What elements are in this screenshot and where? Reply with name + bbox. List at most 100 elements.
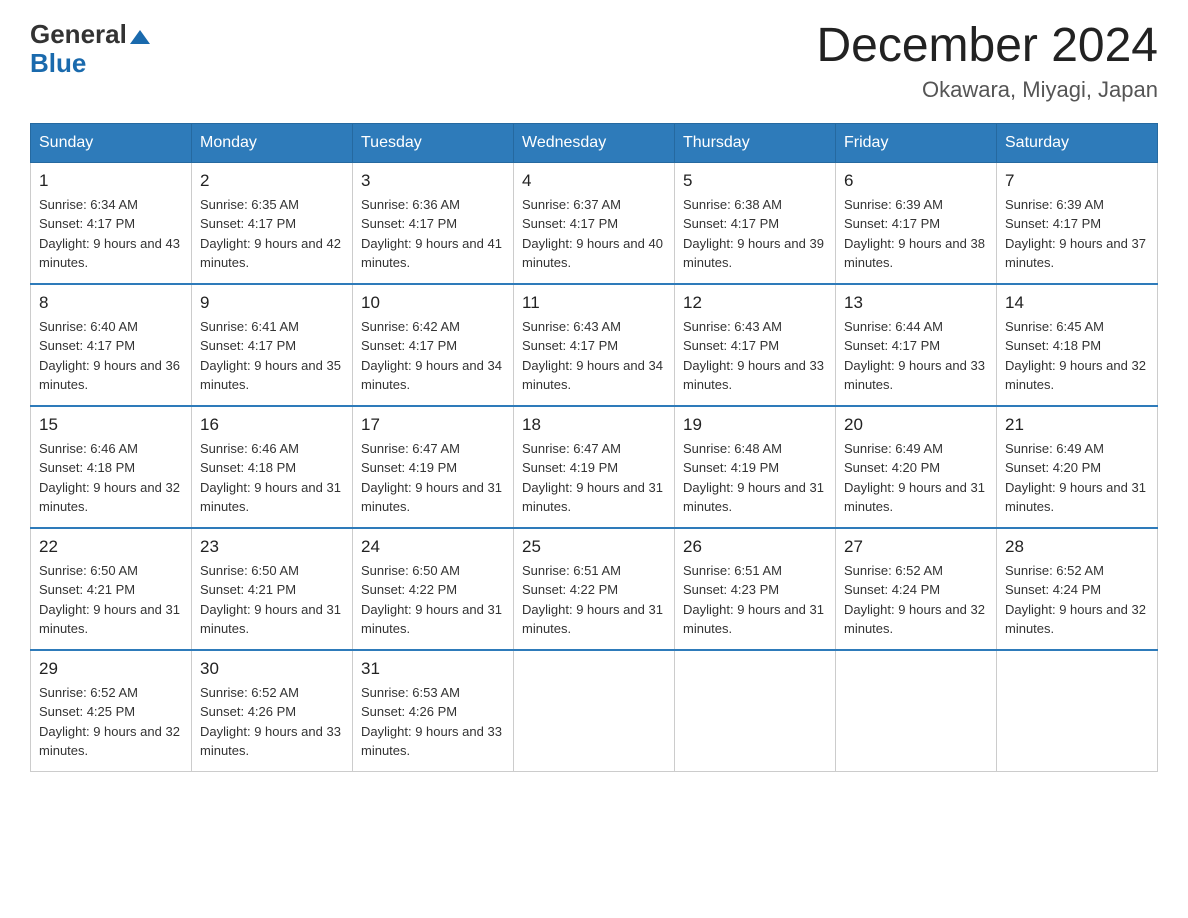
table-row: 7Sunrise: 6:39 AMSunset: 4:17 PMDaylight… bbox=[997, 162, 1158, 284]
day-info: Sunrise: 6:52 AMSunset: 4:26 PMDaylight:… bbox=[200, 683, 344, 761]
day-info: Sunrise: 6:42 AMSunset: 4:17 PMDaylight:… bbox=[361, 317, 505, 395]
day-info: Sunrise: 6:40 AMSunset: 4:17 PMDaylight:… bbox=[39, 317, 183, 395]
day-info: Sunrise: 6:36 AMSunset: 4:17 PMDaylight:… bbox=[361, 195, 505, 273]
day-info: Sunrise: 6:47 AMSunset: 4:19 PMDaylight:… bbox=[522, 439, 666, 517]
day-number: 5 bbox=[683, 171, 827, 191]
calendar-week-row: 1 Sunrise: 6:34 AMSunset: 4:17 PMDaylight… bbox=[31, 162, 1158, 284]
day-info: Sunrise: 6:51 AMSunset: 4:23 PMDaylight:… bbox=[683, 561, 827, 639]
day-number: 26 bbox=[683, 537, 827, 557]
day-number: 31 bbox=[361, 659, 505, 679]
day-number: 25 bbox=[522, 537, 666, 557]
day-info: Sunrise: 6:34 AMSunset: 4:17 PMDaylight:… bbox=[39, 195, 183, 273]
logo-triangle-icon bbox=[130, 30, 150, 44]
day-number: 15 bbox=[39, 415, 183, 435]
day-info: Sunrise: 6:51 AMSunset: 4:22 PMDaylight:… bbox=[522, 561, 666, 639]
table-row: 20 Sunrise: 6:49 AMSunset: 4:20 PMDayligh… bbox=[836, 406, 997, 528]
day-info: Sunrise: 6:44 AMSunset: 4:17 PMDaylight:… bbox=[844, 317, 988, 395]
table-row: 27 Sunrise: 6:52 AMSunset: 4:24 PMDayligh… bbox=[836, 528, 997, 650]
day-info: Sunrise: 6:43 AMSunset: 4:17 PMDaylight:… bbox=[683, 317, 827, 395]
day-number: 11 bbox=[522, 293, 666, 313]
day-info: Sunrise: 6:47 AMSunset: 4:19 PMDaylight:… bbox=[361, 439, 505, 517]
day-info: Sunrise: 6:49 AMSunset: 4:20 PMDaylight:… bbox=[844, 439, 988, 517]
location-title: Okawara, Miyagi, Japan bbox=[816, 77, 1158, 103]
weekday-header-monday: Monday bbox=[192, 123, 353, 162]
day-info: Sunrise: 6:53 AMSunset: 4:26 PMDaylight:… bbox=[361, 683, 505, 761]
day-number: 21 bbox=[1005, 415, 1149, 435]
day-info: Sunrise: 6:41 AMSunset: 4:17 PMDaylight:… bbox=[200, 317, 344, 395]
day-number: 10 bbox=[361, 293, 505, 313]
table-row: 30Sunrise: 6:52 AMSunset: 4:26 PMDayligh… bbox=[192, 650, 353, 772]
page-header: General Blue December 2024 Okawara, Miya… bbox=[30, 20, 1158, 103]
calendar-week-row: 29Sunrise: 6:52 AMSunset: 4:25 PMDayligh… bbox=[31, 650, 1158, 772]
day-number: 24 bbox=[361, 537, 505, 557]
table-row: 24 Sunrise: 6:50 AMSunset: 4:22 PMDayligh… bbox=[353, 528, 514, 650]
table-row bbox=[675, 650, 836, 772]
day-info: Sunrise: 6:45 AMSunset: 4:18 PMDaylight:… bbox=[1005, 317, 1149, 395]
table-row bbox=[997, 650, 1158, 772]
day-number: 17 bbox=[361, 415, 505, 435]
day-number: 6 bbox=[844, 171, 988, 191]
day-number: 14 bbox=[1005, 293, 1149, 313]
day-number: 12 bbox=[683, 293, 827, 313]
table-row: 29Sunrise: 6:52 AMSunset: 4:25 PMDayligh… bbox=[31, 650, 192, 772]
day-number: 8 bbox=[39, 293, 183, 313]
day-info: Sunrise: 6:46 AMSunset: 4:18 PMDaylight:… bbox=[39, 439, 183, 517]
day-number: 27 bbox=[844, 537, 988, 557]
weekday-header-wednesday: Wednesday bbox=[514, 123, 675, 162]
table-row: 14 Sunrise: 6:45 AMSunset: 4:18 PMDayligh… bbox=[997, 284, 1158, 406]
day-number: 29 bbox=[39, 659, 183, 679]
day-number: 22 bbox=[39, 537, 183, 557]
table-row: 23 Sunrise: 6:50 AMSunset: 4:21 PMDayligh… bbox=[192, 528, 353, 650]
day-info: Sunrise: 6:48 AMSunset: 4:19 PMDaylight:… bbox=[683, 439, 827, 517]
table-row: 8 Sunrise: 6:40 AMSunset: 4:17 PMDaylight… bbox=[31, 284, 192, 406]
table-row: 5Sunrise: 6:38 AMSunset: 4:17 PMDaylight… bbox=[675, 162, 836, 284]
day-info: Sunrise: 6:50 AMSunset: 4:21 PMDaylight:… bbox=[200, 561, 344, 639]
table-row: 11Sunrise: 6:43 AMSunset: 4:17 PMDayligh… bbox=[514, 284, 675, 406]
calendar-week-row: 15 Sunrise: 6:46 AMSunset: 4:18 PMDayligh… bbox=[31, 406, 1158, 528]
table-row: 19 Sunrise: 6:48 AMSunset: 4:19 PMDayligh… bbox=[675, 406, 836, 528]
title-block: December 2024 Okawara, Miyagi, Japan bbox=[816, 20, 1158, 103]
day-number: 23 bbox=[200, 537, 344, 557]
weekday-header-friday: Friday bbox=[836, 123, 997, 162]
day-info: Sunrise: 6:52 AMSunset: 4:24 PMDaylight:… bbox=[1005, 561, 1149, 639]
table-row: 3 Sunrise: 6:36 AMSunset: 4:17 PMDaylight… bbox=[353, 162, 514, 284]
day-number: 9 bbox=[200, 293, 344, 313]
table-row: 28Sunrise: 6:52 AMSunset: 4:24 PMDayligh… bbox=[997, 528, 1158, 650]
day-number: 1 bbox=[39, 171, 183, 191]
day-info: Sunrise: 6:52 AMSunset: 4:24 PMDaylight:… bbox=[844, 561, 988, 639]
calendar-week-row: 22 Sunrise: 6:50 AMSunset: 4:21 PMDayligh… bbox=[31, 528, 1158, 650]
day-number: 2 bbox=[200, 171, 344, 191]
weekday-header-thursday: Thursday bbox=[675, 123, 836, 162]
table-row: 13 Sunrise: 6:44 AMSunset: 4:17 PMDayligh… bbox=[836, 284, 997, 406]
table-row bbox=[514, 650, 675, 772]
table-row: 12 Sunrise: 6:43 AMSunset: 4:17 PMDayligh… bbox=[675, 284, 836, 406]
table-row: 26 Sunrise: 6:51 AMSunset: 4:23 PMDayligh… bbox=[675, 528, 836, 650]
logo-general-text: General bbox=[30, 19, 127, 49]
day-info: Sunrise: 6:49 AMSunset: 4:20 PMDaylight:… bbox=[1005, 439, 1149, 517]
table-row: 4Sunrise: 6:37 AMSunset: 4:17 PMDaylight… bbox=[514, 162, 675, 284]
day-number: 20 bbox=[844, 415, 988, 435]
day-number: 18 bbox=[522, 415, 666, 435]
day-info: Sunrise: 6:50 AMSunset: 4:22 PMDaylight:… bbox=[361, 561, 505, 639]
table-row bbox=[836, 650, 997, 772]
day-number: 7 bbox=[1005, 171, 1149, 191]
table-row: 17 Sunrise: 6:47 AMSunset: 4:19 PMDayligh… bbox=[353, 406, 514, 528]
table-row: 9 Sunrise: 6:41 AMSunset: 4:17 PMDaylight… bbox=[192, 284, 353, 406]
day-info: Sunrise: 6:46 AMSunset: 4:18 PMDaylight:… bbox=[200, 439, 344, 517]
table-row: 6 Sunrise: 6:39 AMSunset: 4:17 PMDaylight… bbox=[836, 162, 997, 284]
calendar-week-row: 8 Sunrise: 6:40 AMSunset: 4:17 PMDaylight… bbox=[31, 284, 1158, 406]
day-info: Sunrise: 6:39 AMSunset: 4:17 PMDaylight:… bbox=[844, 195, 988, 273]
day-number: 19 bbox=[683, 415, 827, 435]
table-row: 21 Sunrise: 6:49 AMSunset: 4:20 PMDayligh… bbox=[997, 406, 1158, 528]
table-row: 10 Sunrise: 6:42 AMSunset: 4:17 PMDayligh… bbox=[353, 284, 514, 406]
table-row: 1 Sunrise: 6:34 AMSunset: 4:17 PMDaylight… bbox=[31, 162, 192, 284]
weekday-header-row: SundayMondayTuesdayWednesdayThursdayFrid… bbox=[31, 123, 1158, 162]
weekday-header-sunday: Sunday bbox=[31, 123, 192, 162]
table-row: 25 Sunrise: 6:51 AMSunset: 4:22 PMDayligh… bbox=[514, 528, 675, 650]
weekday-header-saturday: Saturday bbox=[997, 123, 1158, 162]
day-number: 3 bbox=[361, 171, 505, 191]
table-row: 31 Sunrise: 6:53 AMSunset: 4:26 PMDayligh… bbox=[353, 650, 514, 772]
month-title: December 2024 bbox=[816, 20, 1158, 73]
day-number: 13 bbox=[844, 293, 988, 313]
weekday-header-tuesday: Tuesday bbox=[353, 123, 514, 162]
